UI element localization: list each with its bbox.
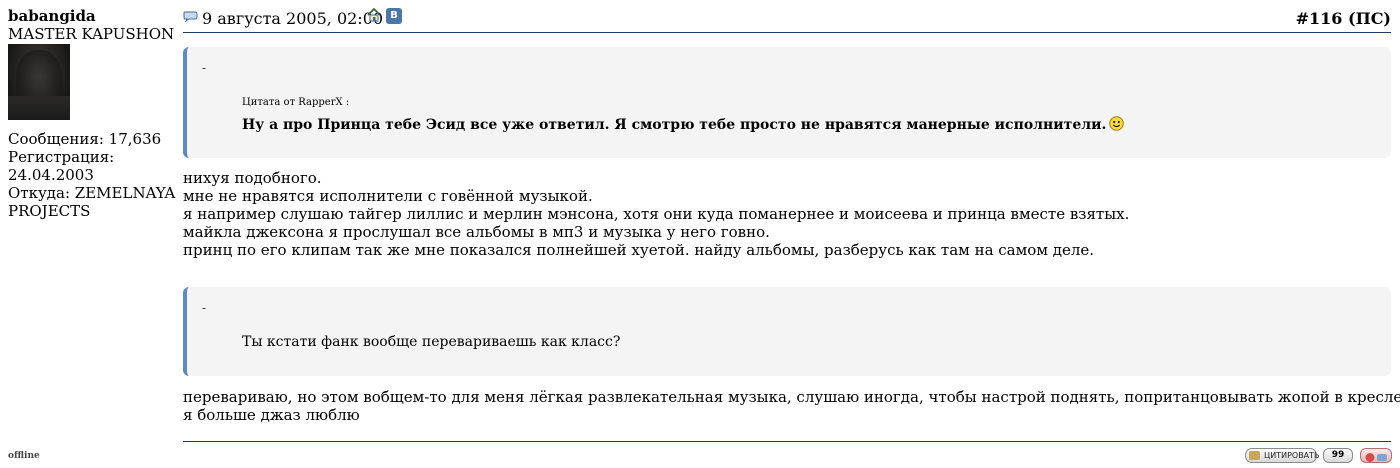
post-header: 9 августа 2005, 02:00 В #116 (ПС)	[183, 8, 1391, 33]
post-body-line: нихуя подобного.	[183, 169, 322, 187]
post-number-suffix: (ПС)	[1348, 9, 1391, 28]
post-icon	[183, 11, 198, 22]
quote-button-label: ЦИТИРОВАТЬ	[1264, 451, 1320, 460]
quote-header: Цитата от RapperX :	[242, 97, 350, 108]
post-body-line: принц по его клипам так же мне показался…	[183, 241, 1095, 259]
post-body-line: майкла джексона я прослушал все альбомы …	[183, 223, 770, 241]
quote-block: - Ты кстати фанк вообще перевариваешь ка…	[183, 287, 1391, 376]
user-info: babangida MASTER KAPUSHON Сообщения: 17,…	[8, 7, 180, 220]
quote-dash: -	[202, 301, 207, 315]
forum-post: babangida MASTER KAPUSHON Сообщения: 17,…	[0, 0, 1400, 463]
post-body-part-1: нихуя подобного. мне не нравятся исполни…	[183, 169, 1129, 259]
online-status: offline	[8, 451, 40, 461]
post-body-line-text: перевариваю, но этом вобщем-то для меня …	[183, 388, 1400, 406]
post-number[interactable]: #116 (ПС)	[1296, 9, 1391, 28]
post-body-line: мне не нравятся исполнители с говённой м…	[183, 187, 593, 205]
username-link[interactable]: babangida	[8, 7, 180, 25]
post-body-part-2: перевариваю, но этом вобщем-то для меня …	[183, 388, 1400, 424]
avatar-shadow	[8, 96, 70, 120]
post-footer: ЦИТИРОВАТЬ 99	[183, 441, 1392, 463]
post-date: 9 августа 2005, 02:00	[202, 9, 384, 28]
multiquote-icon: 99	[1331, 450, 1345, 460]
post-body-line: перевариваю, но этом вобщем-то для меня …	[183, 388, 1400, 406]
report-icon	[1365, 453, 1387, 462]
user-title: MASTER KAPUSHON	[8, 25, 175, 43]
user-location: Откуда: ZEMELNAYA	[8, 184, 176, 202]
smile-icon	[1109, 116, 1125, 131]
quote-text-content: Ну а про Принца тебе Эсид все уже ответи…	[242, 117, 1107, 133]
quote-block: - Цитата от RapperX : Ну а про Принца те…	[183, 47, 1391, 158]
post-number-link[interactable]: #116	[1296, 9, 1343, 28]
user-location-continued: PROJECTS	[8, 202, 91, 220]
vk-icon[interactable]: В	[386, 8, 402, 24]
quote-icon	[1249, 451, 1260, 460]
quote-text: Ты кстати фанк вообще перевариваешь как …	[242, 334, 621, 350]
post-body-line: я больше джаз люблю	[183, 406, 360, 424]
user-messages-count: Сообщения: 17,636	[8, 130, 162, 148]
user-registration-date: Регистрация: 24.04.2003	[8, 148, 115, 184]
home-icon[interactable]	[367, 8, 381, 22]
post-body-line: я например слушаю тайгер лиллис и мерлин…	[183, 205, 1130, 223]
quote-dash: -	[202, 61, 207, 75]
quote-text: Ну а про Принца тебе Эсид все уже ответи…	[242, 116, 1125, 133]
avatar[interactable]	[8, 44, 70, 120]
